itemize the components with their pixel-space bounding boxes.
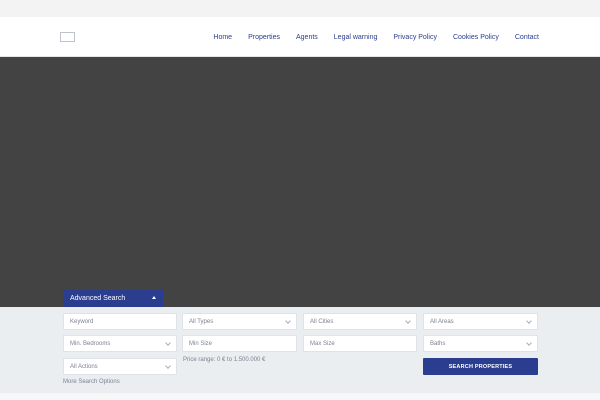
chevron-down-icon [526, 340, 532, 346]
types-value: All Types [189, 318, 214, 325]
nav-properties[interactable]: Properties [248, 34, 280, 41]
site-logo[interactable] [60, 32, 75, 42]
hero-banner [0, 57, 600, 307]
cities-select[interactable]: All Cities [303, 313, 417, 330]
nav-agents[interactable]: Agents [296, 34, 318, 41]
actions-value: All Actions [70, 363, 98, 370]
baths-select[interactable]: Baths [423, 335, 538, 352]
bedrooms-select[interactable]: Min. Bedrooms [63, 335, 177, 352]
chevron-down-icon [165, 363, 171, 369]
caret-up-icon [152, 296, 156, 299]
chevron-down-icon [285, 318, 291, 324]
keyword-placeholder: Keyword [70, 318, 94, 325]
main-nav: Home Properties Agents Legal warning Pri… [197, 17, 539, 57]
baths-value: Baths [430, 340, 446, 347]
bottom-strip [0, 393, 600, 400]
chevron-down-icon [526, 318, 532, 324]
site-header: Home Properties Agents Legal warning Pri… [0, 17, 600, 57]
actions-select[interactable]: All Actions [63, 358, 177, 375]
cities-value: All Cities [310, 318, 334, 325]
chevron-down-icon [165, 340, 171, 346]
nav-privacy-policy[interactable]: Privacy Policy [393, 34, 437, 41]
chevron-down-icon [405, 318, 411, 324]
top-strip [0, 0, 600, 17]
nav-cookies-policy[interactable]: Cookies Policy [453, 34, 499, 41]
more-search-options-link[interactable]: More Search Options [63, 379, 120, 385]
nav-legal-warning[interactable]: Legal warning [334, 34, 378, 41]
areas-select[interactable]: All Areas [423, 313, 538, 330]
min-size-placeholder: Min Size [189, 340, 213, 347]
nav-home[interactable]: Home [213, 34, 232, 41]
nav-contact[interactable]: Contact [515, 34, 539, 41]
max-size-input[interactable]: Max Size [303, 335, 417, 352]
types-select[interactable]: All Types [182, 313, 297, 330]
areas-value: All Areas [430, 318, 454, 325]
keyword-input[interactable]: Keyword [63, 313, 177, 330]
advanced-search-label: Advanced Search [70, 295, 126, 302]
max-size-placeholder: Max Size [310, 340, 335, 347]
advanced-search-tab[interactable]: Advanced Search [63, 290, 163, 307]
search-properties-button[interactable]: SEARCH PROPERTIES [423, 358, 538, 375]
bedrooms-value: Min. Bedrooms [70, 340, 111, 347]
min-size-input[interactable]: Min Size [182, 335, 297, 352]
price-range-label: Price range: 0 € to 1.500.000 € [183, 357, 266, 363]
